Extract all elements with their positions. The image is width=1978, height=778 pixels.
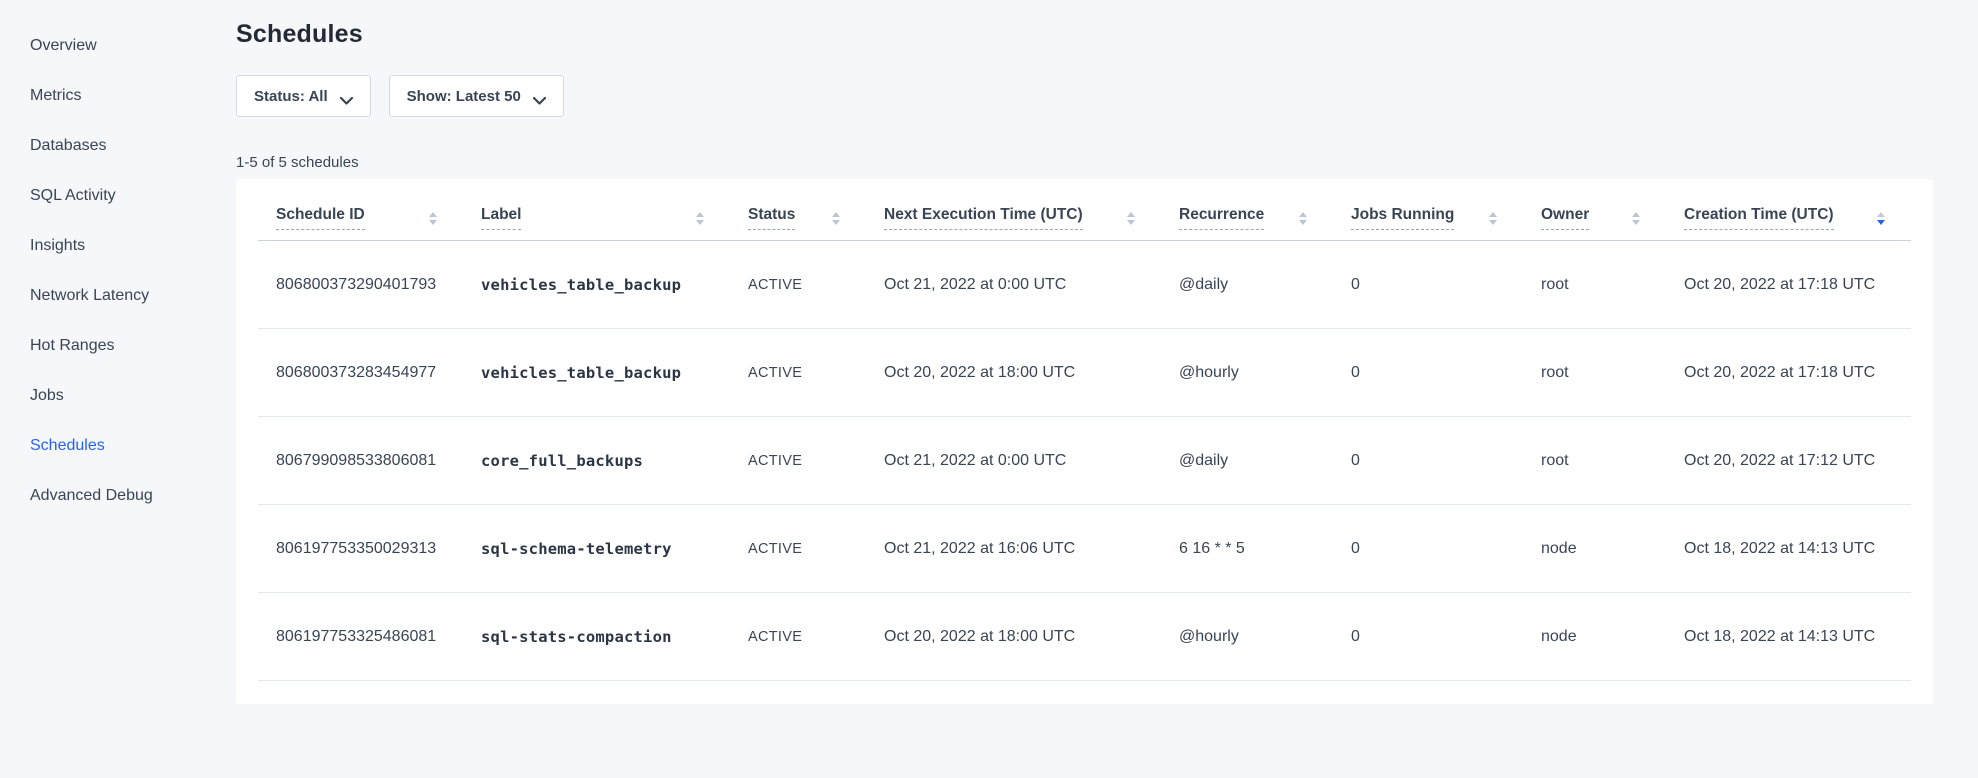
sidebar-item-hot-ranges[interactable]: Hot Ranges xyxy=(0,321,236,371)
cell-recurrence: @daily xyxy=(1161,241,1333,329)
sidebar-item-metrics[interactable]: Metrics xyxy=(0,71,236,121)
cell-next-execution: Oct 21, 2022 at 0:00 UTC xyxy=(866,417,1161,505)
cell-schedule-id: 806800373290401793 xyxy=(258,241,463,329)
cell-label: core_full_backups xyxy=(463,417,730,505)
column-header-label[interactable]: Label xyxy=(463,179,730,241)
sidebar: Overview Metrics Databases SQL Activity … xyxy=(0,0,236,778)
chevron-down-icon xyxy=(533,92,546,100)
show-filter-label: Show: Latest 50 xyxy=(407,88,521,105)
cell-next-execution: Oct 20, 2022 at 18:00 UTC xyxy=(866,593,1161,681)
schedules-table-card: Schedule ID Label Stat xyxy=(236,179,1933,704)
column-label: Recurrence xyxy=(1179,206,1264,230)
cell-owner: root xyxy=(1523,417,1666,505)
sidebar-item-databases[interactable]: Databases xyxy=(0,121,236,171)
table-row[interactable]: 806197753350029313 sql-schema-telemetry … xyxy=(258,505,1911,593)
sort-arrows-icon[interactable] xyxy=(1632,212,1640,225)
cell-label: sql-stats-compaction xyxy=(463,593,730,681)
sidebar-item-overview[interactable]: Overview xyxy=(0,21,236,71)
column-label: Creation Time (UTC) xyxy=(1684,206,1834,230)
table-header-row: Schedule ID Label Stat xyxy=(258,179,1911,241)
cell-jobs-running: 0 xyxy=(1333,593,1523,681)
cell-status: ACTIVE xyxy=(730,417,866,505)
column-label: Next Execution Time (UTC) xyxy=(884,206,1083,230)
cell-creation-time: Oct 20, 2022 at 17:18 UTC xyxy=(1666,241,1911,329)
cell-creation-time: Oct 20, 2022 at 17:18 UTC xyxy=(1666,329,1911,417)
cell-schedule-id: 806197753325486081 xyxy=(258,593,463,681)
column-header-jobs-running[interactable]: Jobs Running xyxy=(1333,179,1523,241)
column-header-next-execution-time[interactable]: Next Execution Time (UTC) xyxy=(866,179,1161,241)
cell-owner: root xyxy=(1523,329,1666,417)
sort-arrows-icon[interactable] xyxy=(1489,212,1497,225)
sort-arrows-icon[interactable] xyxy=(429,212,437,225)
sidebar-item-insights[interactable]: Insights xyxy=(0,221,236,271)
sidebar-item-schedules[interactable]: Schedules xyxy=(0,421,236,471)
table-row[interactable]: 806800373283454977 vehicles_table_backup… xyxy=(258,329,1911,417)
show-filter-dropdown[interactable]: Show: Latest 50 xyxy=(389,75,564,117)
column-header-recurrence[interactable]: Recurrence xyxy=(1161,179,1333,241)
sort-arrows-icon-desc-active[interactable] xyxy=(1877,212,1885,225)
cell-recurrence: @daily xyxy=(1161,417,1333,505)
sidebar-item-network-latency[interactable]: Network Latency xyxy=(0,271,236,321)
cell-next-execution: Oct 21, 2022 at 0:00 UTC xyxy=(866,241,1161,329)
column-label: Jobs Running xyxy=(1351,206,1454,230)
sort-arrows-icon[interactable] xyxy=(696,212,704,225)
cell-creation-time: Oct 18, 2022 at 14:13 UTC xyxy=(1666,593,1911,681)
app-root: Overview Metrics Databases SQL Activity … xyxy=(0,0,1978,778)
schedules-table: Schedule ID Label Stat xyxy=(258,179,1911,681)
column-label: Status xyxy=(748,206,795,230)
column-header-status[interactable]: Status xyxy=(730,179,866,241)
cell-status: ACTIVE xyxy=(730,505,866,593)
sidebar-item-advanced-debug[interactable]: Advanced Debug xyxy=(0,471,236,521)
status-filter-dropdown[interactable]: Status: All xyxy=(236,75,371,117)
table-row[interactable]: 806799098533806081 core_full_backups ACT… xyxy=(258,417,1911,505)
main-content: Schedules Status: All Show: Latest 50 1-… xyxy=(236,0,1978,778)
column-header-owner[interactable]: Owner xyxy=(1523,179,1666,241)
cell-schedule-id: 806197753350029313 xyxy=(258,505,463,593)
column-header-schedule-id[interactable]: Schedule ID xyxy=(258,179,463,241)
column-label: Owner xyxy=(1541,206,1589,230)
cell-recurrence: @hourly xyxy=(1161,329,1333,417)
chevron-down-icon xyxy=(340,92,353,100)
column-header-creation-time[interactable]: Creation Time (UTC) xyxy=(1666,179,1911,241)
cell-jobs-running: 0 xyxy=(1333,241,1523,329)
cell-status: ACTIVE xyxy=(730,329,866,417)
cell-label: sql-schema-telemetry xyxy=(463,505,730,593)
cell-jobs-running: 0 xyxy=(1333,417,1523,505)
cell-owner: root xyxy=(1523,241,1666,329)
column-label: Schedule ID xyxy=(276,206,365,230)
table-row[interactable]: 806800373290401793 vehicles_table_backup… xyxy=(258,241,1911,329)
cell-schedule-id: 806800373283454977 xyxy=(258,329,463,417)
cell-jobs-running: 0 xyxy=(1333,505,1523,593)
cell-status: ACTIVE xyxy=(730,241,866,329)
cell-label: vehicles_table_backup xyxy=(463,241,730,329)
cell-next-execution: Oct 20, 2022 at 18:00 UTC xyxy=(866,329,1161,417)
sidebar-item-jobs[interactable]: Jobs xyxy=(0,371,236,421)
cell-jobs-running: 0 xyxy=(1333,329,1523,417)
cell-owner: node xyxy=(1523,593,1666,681)
cell-schedule-id: 806799098533806081 xyxy=(258,417,463,505)
cell-creation-time: Oct 20, 2022 at 17:12 UTC xyxy=(1666,417,1911,505)
column-label: Label xyxy=(481,206,521,230)
results-summary: 1-5 of 5 schedules xyxy=(236,154,1933,171)
sidebar-item-sql-activity[interactable]: SQL Activity xyxy=(0,171,236,221)
cell-status: ACTIVE xyxy=(730,593,866,681)
page-title: Schedules xyxy=(236,20,1933,49)
cell-label: vehicles_table_backup xyxy=(463,329,730,417)
cell-creation-time: Oct 18, 2022 at 14:13 UTC xyxy=(1666,505,1911,593)
table-row[interactable]: 806197753325486081 sql-stats-compaction … xyxy=(258,593,1911,681)
sort-arrows-icon[interactable] xyxy=(1299,212,1307,225)
status-filter-label: Status: All xyxy=(254,88,328,105)
cell-recurrence: @hourly xyxy=(1161,593,1333,681)
cell-recurrence: 6 16 * * 5 xyxy=(1161,505,1333,593)
sort-arrows-icon[interactable] xyxy=(832,212,840,225)
sort-arrows-icon[interactable] xyxy=(1127,212,1135,225)
filter-bar: Status: All Show: Latest 50 xyxy=(236,75,1933,117)
cell-owner: node xyxy=(1523,505,1666,593)
cell-next-execution: Oct 21, 2022 at 16:06 UTC xyxy=(866,505,1161,593)
